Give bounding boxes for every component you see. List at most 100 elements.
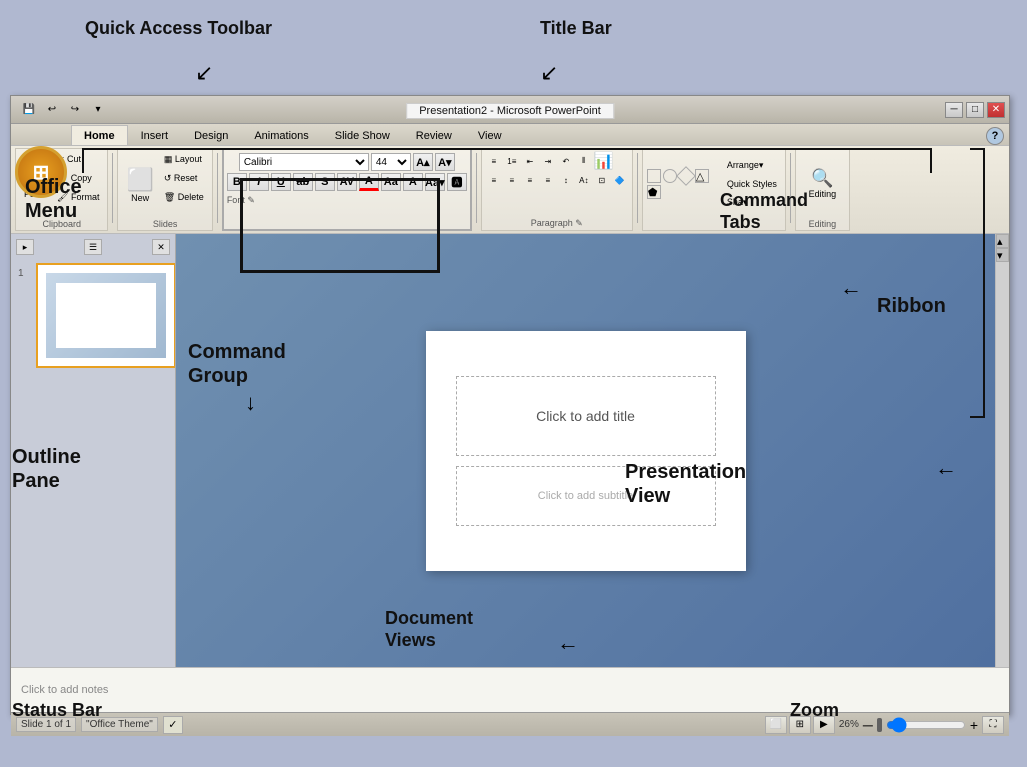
reset-button[interactable]: ↺ Reset (160, 170, 208, 187)
ppt-window: 💾 ↩ ↪ ▾ Presentation2 - Microsoft PowerP… (10, 95, 1010, 715)
ribbon-body: 📋 Paste ✂ Cut 📄 Copy 🖌 Format Clipboard … (11, 146, 1009, 234)
slide-layout-button[interactable]: ▦ Layout (160, 151, 208, 168)
clearformat-button[interactable]: 🅰 (447, 173, 467, 191)
customize-button[interactable]: ▾ (88, 101, 108, 119)
arrange-button[interactable]: Arrange▾ (723, 157, 781, 174)
ribbon-tabs: Home Insert Design Animations Slide Show… (11, 124, 1009, 146)
divider-1 (112, 153, 113, 223)
office-button[interactable]: ⊞ (15, 146, 67, 198)
decrease-indent-button[interactable]: ⇤ (522, 154, 538, 168)
text-align-vert-button[interactable]: ⊡ (594, 173, 610, 187)
slideshow-button[interactable]: ▶ (813, 716, 835, 734)
columns-button[interactable]: ⫴ (576, 154, 592, 168)
save-button[interactable]: 💾 (19, 101, 39, 119)
delete-button[interactable]: 🗑 Delete (160, 189, 208, 206)
font-family-select[interactable]: Calibri (239, 153, 369, 171)
slide-canvas: Click to add title Click to add subtitle (426, 331, 746, 571)
slides-group: ⬜ New ▦ Layout ↺ Reset 🗑 Delete Slides (117, 148, 212, 231)
slide-panel-header: ▸ ☰ ✕ (16, 239, 170, 255)
font-size-select[interactable]: 44 (371, 153, 411, 171)
change-case-button[interactable]: Aa▾ (425, 173, 445, 191)
minimize-button[interactable]: ─ (945, 102, 963, 118)
zoom-level: 26% (839, 719, 859, 730)
quick-styles-button[interactable]: Quick Styles (723, 176, 781, 192)
new-slide-icon: ⬜ (126, 167, 153, 193)
smartart-button[interactable]: 🔷 (612, 173, 628, 187)
panel-close-button[interactable]: ✕ (152, 239, 170, 255)
drawing-group: △ ⬟ Arrange▾ Quick Styles Sha▾ (642, 148, 786, 231)
divider-2 (217, 153, 218, 223)
new-slide-label: New (131, 193, 149, 203)
tab-slideshow[interactable]: Slide Show (322, 125, 403, 145)
new-slide-button[interactable]: ⬜ New (122, 164, 157, 206)
title-bar: 💾 ↩ ↪ ▾ Presentation2 - Microsoft PowerP… (11, 96, 1009, 124)
align-right-button[interactable]: ≡ (522, 173, 538, 187)
linespace-button[interactable]: ↕ (558, 173, 574, 187)
fit-window-button[interactable]: ⛶ (982, 716, 1004, 734)
tab-view[interactable]: View (465, 125, 515, 145)
scroll-up-button[interactable]: ▴ (996, 234, 1009, 248)
maximize-button[interactable]: □ (966, 102, 984, 118)
redo-button[interactable]: ↪ (65, 101, 85, 119)
text-dir-button[interactable]: A↕ (576, 173, 592, 187)
notes-placeholder[interactable]: Click to add notes (21, 684, 108, 696)
zoom-slider[interactable] (886, 718, 966, 732)
vertical-scrollbar[interactable]: ▴ ▾ (995, 234, 1009, 667)
fontcolor-button[interactable]: A (359, 173, 379, 191)
help-button[interactable]: ? (986, 127, 1004, 145)
shadow-button[interactable]: S (315, 173, 335, 191)
align-center-button[interactable]: ≡ (504, 173, 520, 187)
find-button[interactable]: 🔍 Editing (805, 165, 841, 202)
annotation-quick-access: Quick Access Toolbar (85, 18, 272, 39)
increase-indent-button[interactable]: ⇥ (540, 154, 556, 168)
tab-insert[interactable]: Insert (128, 125, 182, 145)
editing-label-bottom: Editing (796, 219, 849, 229)
tab-home[interactable]: Home (71, 125, 128, 145)
close-button[interactable]: ✕ (987, 102, 1005, 118)
align-left-button[interactable]: ≡ (486, 173, 502, 187)
strikethrough-button[interactable]: ab (293, 173, 313, 191)
normal-view-button[interactable]: ⬜ (765, 716, 787, 734)
tab-review[interactable]: Review (403, 125, 465, 145)
divider-5 (790, 153, 791, 223)
presentation-view: Click to add title Click to add subtitle (176, 234, 995, 667)
font-label: Font ✎ (227, 193, 467, 206)
rtl-button[interactable]: ↶ (558, 154, 574, 168)
slide-title-box[interactable]: Click to add title (456, 376, 716, 456)
bar-chart-button[interactable]: 📊 (594, 151, 614, 171)
slide-thumb-container: 1 (36, 263, 170, 368)
shape-5[interactable]: ⬟ (647, 185, 661, 199)
slide-subtitle-box[interactable]: Click to add subtitle (456, 466, 716, 526)
panel-collapse-button[interactable]: ▸ (16, 239, 34, 255)
tab-design[interactable]: Design (181, 125, 241, 145)
format-painter-button[interactable]: 🖌 Format (53, 189, 103, 206)
italic-button[interactable]: I (249, 173, 269, 191)
fontsize-a-button[interactable]: A (403, 173, 423, 191)
decrease-size-button[interactable]: A▾ (435, 153, 455, 171)
justify-button[interactable]: ≡ (540, 173, 556, 187)
slide-number: 1 (18, 268, 24, 279)
zoom-out-button[interactable]: ─ (863, 717, 873, 733)
undo-button[interactable]: ↩ (42, 101, 62, 119)
charspacing-button[interactable]: AV (337, 173, 357, 191)
bold-button[interactable]: B (227, 173, 247, 191)
view-buttons: ⬜ ⊞ ▶ (765, 716, 835, 734)
shape-4[interactable]: △ (695, 169, 709, 183)
shape-3[interactable] (676, 166, 696, 186)
zoom-in-button[interactable]: + (970, 717, 978, 733)
shape-1[interactable] (647, 169, 661, 183)
slide-thumbnail[interactable] (36, 263, 176, 368)
theme-info: "Office Theme" (81, 717, 158, 732)
panel-tabs-button[interactable]: ☰ (84, 239, 102, 255)
slide-panel: ▸ ☰ ✕ 1 (11, 234, 176, 667)
increase-size-button[interactable]: A▴ (413, 153, 433, 171)
tab-animations[interactable]: Animations (241, 125, 321, 145)
fontsize-aa-button[interactable]: Aa (381, 173, 401, 191)
scroll-down-button[interactable]: ▾ (996, 248, 1009, 262)
slide-sorter-button[interactable]: ⊞ (789, 716, 811, 734)
shape-fill-button[interactable]: Sha▾ (723, 194, 781, 211)
underline-button[interactable]: U (271, 173, 291, 191)
numbering-button[interactable]: 1≡ (504, 154, 520, 168)
spell-check-icon[interactable]: ✓ (163, 716, 183, 734)
bullets-button[interactable]: ≡ (486, 154, 502, 168)
